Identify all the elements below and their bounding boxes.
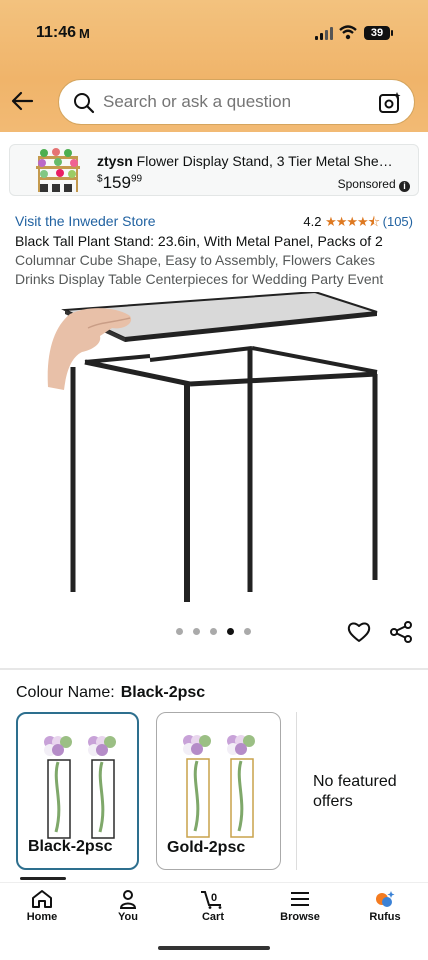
rating-value: 4.2 xyxy=(303,214,322,229)
colour-option-black[interactable]: Black-2psc xyxy=(16,712,139,870)
review-count[interactable]: (105) xyxy=(383,214,413,229)
sponsored-label: Sponsored xyxy=(337,177,396,191)
scroll-indicator xyxy=(20,877,66,880)
carousel-dot[interactable] xyxy=(244,628,251,635)
nav-rufus[interactable]: Rufus xyxy=(355,889,415,923)
sponsored-brand: ztysn xyxy=(97,153,133,169)
status-time: 11:46 xyxy=(36,24,77,41)
nav-label: Browse xyxy=(280,911,320,923)
carousel-dot[interactable] xyxy=(210,628,217,635)
carousel-dot[interactable] xyxy=(193,628,200,635)
camera-lens-icon[interactable] xyxy=(378,91,402,115)
search-bar[interactable] xyxy=(58,79,415,125)
offers-separator xyxy=(296,712,297,870)
sponsored-price: $15999 xyxy=(97,173,142,193)
status-bar: 11:46 M 39 xyxy=(0,0,428,70)
black-stand-image xyxy=(44,736,116,839)
carousel-dot[interactable] xyxy=(227,628,234,635)
store-link[interactable]: Visit the Inweder Store xyxy=(15,213,156,229)
home-indicator xyxy=(158,946,270,950)
nav-browse[interactable]: Browse xyxy=(270,889,330,923)
product-image[interactable] xyxy=(40,292,390,602)
nav-label: Home xyxy=(26,911,58,923)
carousel-dot[interactable] xyxy=(176,628,183,635)
app-header: 11:46 M 39 xyxy=(0,0,428,132)
product-title-line1: Black Tall Plant Stand: 23.6in, With Met… xyxy=(15,233,383,249)
no-featured-offers: No featured offers xyxy=(313,773,397,810)
colour-selected-value: Black-2psc xyxy=(120,684,206,701)
sponsored-product-banner[interactable]: ztysn Flower Display Stand, 3 Tier Metal… xyxy=(9,144,419,196)
rating-stars-icon: ★★★★⯪ xyxy=(325,214,380,229)
heart-icon[interactable] xyxy=(347,620,371,644)
price-fraction: 99 xyxy=(130,173,143,185)
nav-home[interactable]: Home xyxy=(12,889,72,923)
home-icon xyxy=(32,890,52,908)
nav-you[interactable]: You xyxy=(98,889,158,923)
sponsored-title-text: Flower Display Stand, 3 Tier Metal She… xyxy=(132,153,393,169)
signal-icon xyxy=(315,27,333,40)
mail-icon: M xyxy=(79,26,90,41)
bottom-nav: Home You 0 Cart Browse Rufus xyxy=(0,882,428,960)
product-title-rest: Columnar Cube Shape, Easy to Assembly, F… xyxy=(15,252,384,287)
sponsored-title: ztysn Flower Display Stand, 3 Tier Metal… xyxy=(97,153,415,169)
search-input[interactable] xyxy=(103,92,363,112)
nav-label: Cart xyxy=(201,911,224,923)
back-arrow-icon[interactable] xyxy=(10,88,36,114)
share-icon[interactable] xyxy=(389,620,413,644)
nav-label: You xyxy=(118,911,138,923)
section-divider xyxy=(0,668,428,670)
colour-option-label: Black-2psc xyxy=(28,838,113,855)
cart-count: 0 xyxy=(211,892,217,904)
sponsored-badge[interactable]: Sponsored i xyxy=(338,177,410,192)
rufus-icon xyxy=(376,891,395,907)
gold-stand-image xyxy=(183,735,255,838)
person-icon xyxy=(119,890,137,909)
battery-icon: 39 xyxy=(364,26,393,40)
image-carousel-dots[interactable] xyxy=(176,628,256,636)
colour-name-prefix: Colour Name: xyxy=(16,684,115,701)
price-whole: 159 xyxy=(102,173,131,192)
search-icon xyxy=(74,93,95,114)
info-icon[interactable]: i xyxy=(399,181,410,192)
nav-label: Rufus xyxy=(369,911,401,923)
colour-option-gold[interactable]: Gold-2psc xyxy=(156,712,281,870)
cart-icon: 0 xyxy=(201,891,222,909)
colour-name-label: Colour Name: Black-2psc xyxy=(16,684,205,702)
product-title: Black Tall Plant Stand: 23.6in, With Met… xyxy=(15,232,415,289)
sponsored-product-thumbnail xyxy=(36,148,80,192)
colour-option-label: Gold-2psc xyxy=(167,839,246,856)
menu-icon xyxy=(291,892,309,906)
wifi-icon xyxy=(339,25,357,40)
nav-cart[interactable]: 0 Cart xyxy=(183,889,243,923)
